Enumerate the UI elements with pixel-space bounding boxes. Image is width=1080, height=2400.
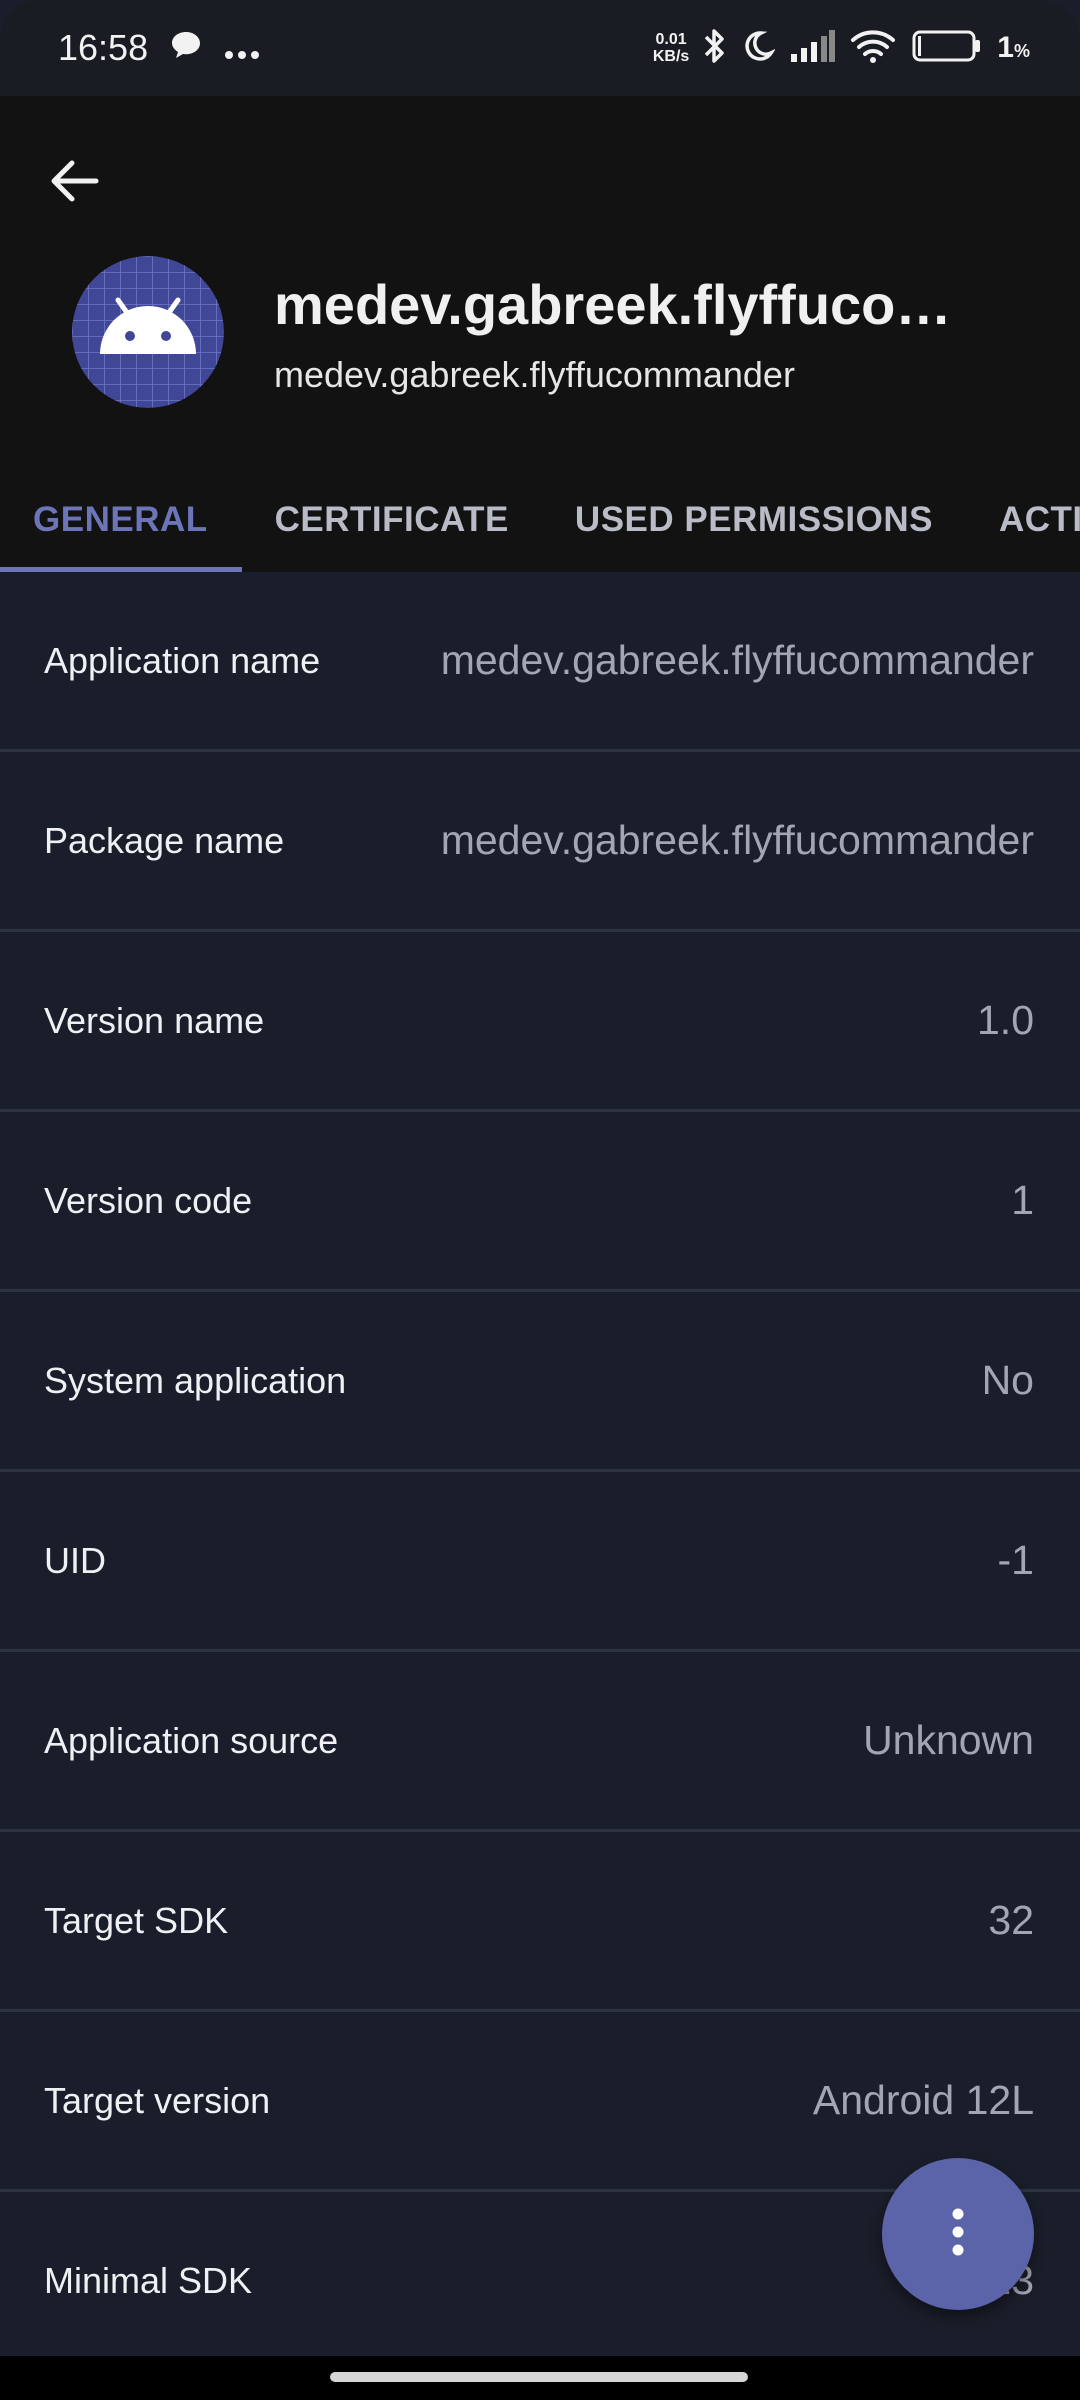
status-time: 16:58 (58, 27, 149, 68)
detail-label: Application source (44, 1719, 339, 1761)
status-bar: 16:58 0.01 KB/s 1% (0, 0, 1080, 96)
more-options-fab[interactable] (882, 2158, 1034, 2310)
detail-value: -1 (997, 1537, 1034, 1583)
message-icon (170, 27, 202, 69)
detail-row-version-code[interactable]: Version code 1 (0, 1112, 1080, 1292)
status-left: 16:58 (58, 27, 260, 69)
moon-icon (741, 29, 777, 68)
tab-activities[interactable]: ACTIVITIES (966, 486, 1080, 572)
detail-value: 1 (1011, 1177, 1034, 1223)
battery-percent: 1% (997, 31, 1030, 65)
net-speed-value: 0.01 (655, 31, 687, 48)
net-speed: 0.01 KB/s (653, 31, 689, 65)
tab-used-permissions[interactable]: USED PERMISSIONS (542, 486, 966, 572)
more-icon (224, 27, 260, 69)
detail-value: medev.gabreek.flyffucommander (440, 637, 1034, 683)
battery-icon (911, 29, 983, 68)
app-package-subtitle: medev.gabreek.flyffucommander (274, 354, 795, 395)
detail-label: Version code (44, 1179, 253, 1221)
detail-value: Android 12L (812, 2077, 1034, 2123)
detail-label: System application (44, 1359, 347, 1401)
detail-value: Unknown (863, 1717, 1034, 1763)
detail-row-target-sdk[interactable]: Target SDK 32 (0, 1832, 1080, 2012)
detail-label: Package name (44, 819, 285, 861)
app-title: medev.gabreek.flyffucommander (274, 273, 964, 336)
detail-value: No (981, 1357, 1034, 1403)
battery-percent-unit: % (1013, 41, 1030, 61)
detail-row-application-source[interactable]: Application source Unknown (0, 1652, 1080, 1832)
detail-value: medev.gabreek.flyffucommander (440, 817, 1034, 863)
home-gesture-pill[interactable] (330, 2372, 748, 2382)
detail-row-uid[interactable]: UID -1 (0, 1472, 1080, 1652)
tab-general[interactable]: GENERAL (0, 486, 242, 572)
wifi-icon (849, 28, 897, 69)
detail-row-application-name[interactable]: Application name medev.gabreek.flyffucom… (0, 572, 1080, 752)
tab-bar: GENERAL CERTIFICATE USED PERMISSIONS ACT… (0, 486, 1080, 572)
detail-row-system-application[interactable]: System application No (0, 1292, 1080, 1472)
status-right: 0.01 KB/s 1% (653, 27, 1030, 70)
detail-row-package-name[interactable]: Package name medev.gabreek.flyffucommand… (0, 752, 1080, 932)
more-vertical-icon (950, 2207, 966, 2262)
detail-row-version-name[interactable]: Version name 1.0 (0, 932, 1080, 1112)
detail-label: Minimal SDK (44, 2259, 253, 2301)
detail-label: Application name (44, 639, 321, 681)
navigation-bar (0, 2356, 1080, 2400)
net-speed-unit: KB/s (652, 48, 690, 65)
detail-label: Target SDK (44, 1899, 229, 1941)
detail-label: Version name (44, 999, 265, 1041)
bluetooth-icon (703, 27, 727, 70)
battery-percent-value: 1 (997, 31, 1014, 64)
android-app-icon (72, 256, 224, 408)
detail-value: 1.0 (977, 997, 1034, 1043)
back-button[interactable] (36, 144, 114, 222)
detail-value: 32 (988, 1897, 1034, 1943)
signal-icon (789, 29, 836, 67)
detail-row-target-version[interactable]: Target version Android 12L (0, 2012, 1080, 2192)
detail-label: UID (44, 1539, 106, 1581)
app-header: medev.gabreek.flyffucommander medev.gabr… (0, 96, 1080, 572)
details-list: Application name medev.gabreek.flyffucom… (0, 572, 1080, 2369)
detail-label: Target version (44, 2079, 271, 2121)
tab-certificate[interactable]: CERTIFICATE (242, 486, 542, 572)
arrow-back-icon (50, 159, 100, 208)
